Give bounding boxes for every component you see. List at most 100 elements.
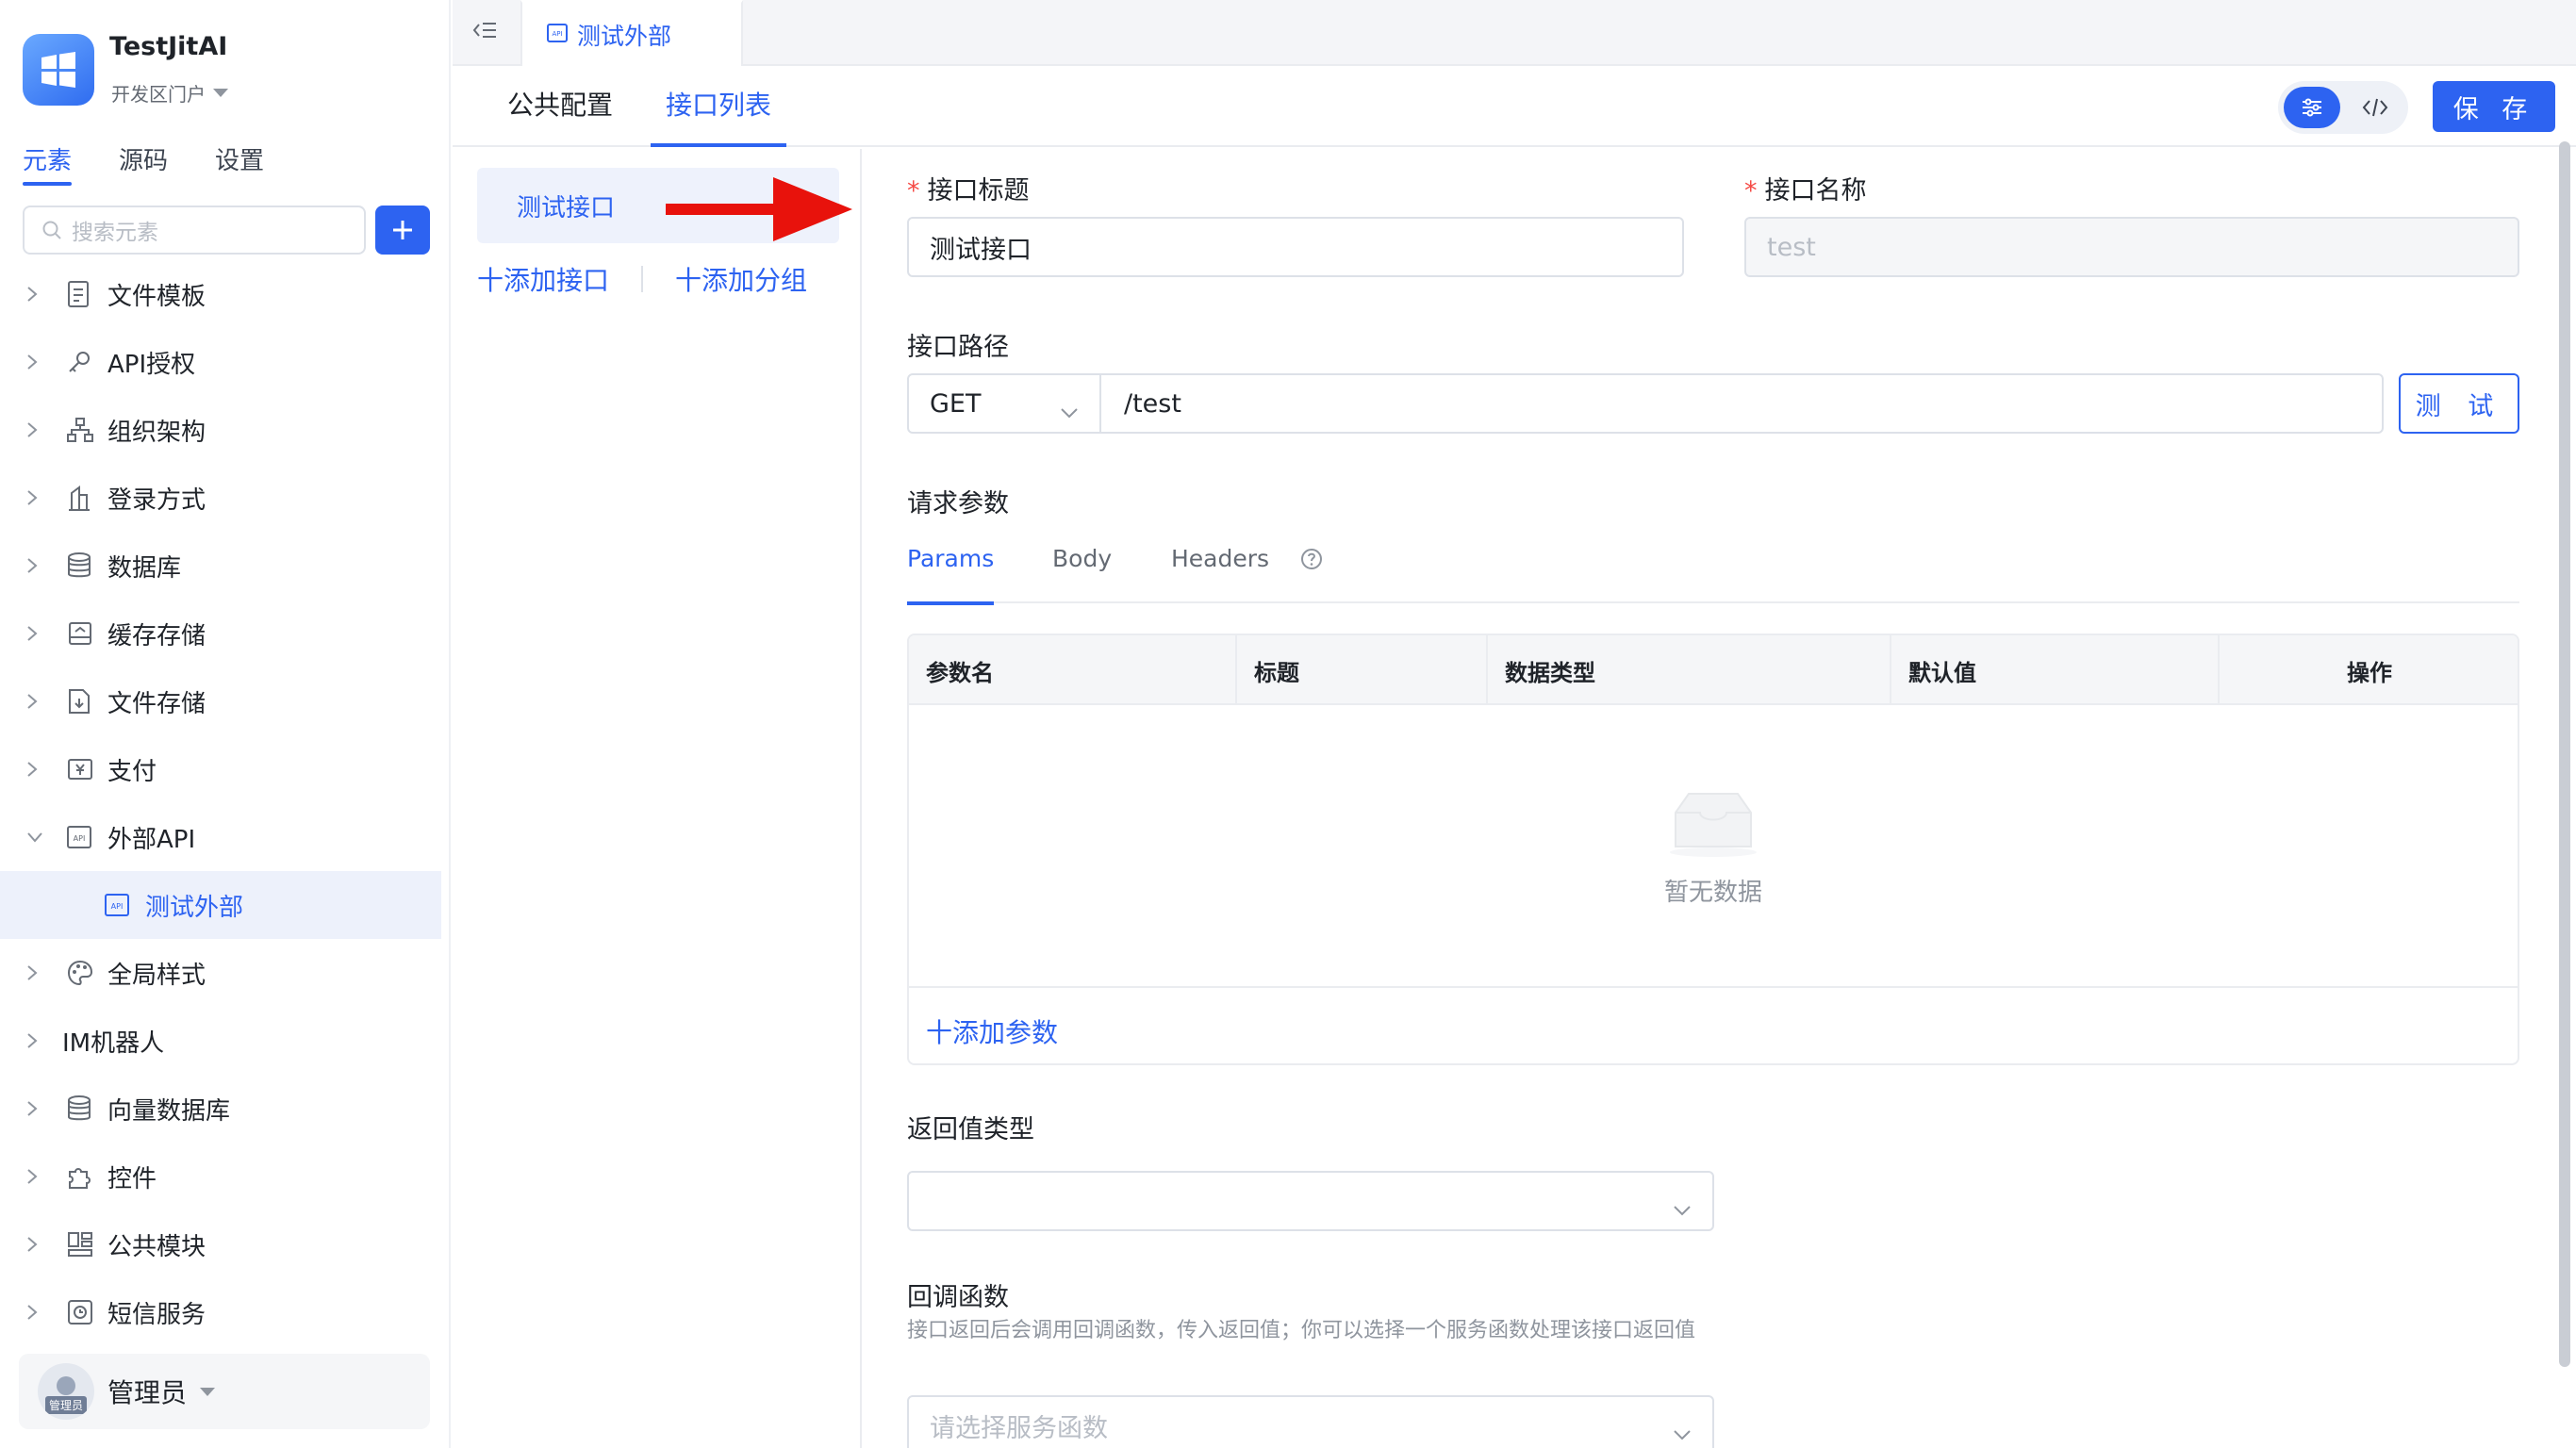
required-mark: * [1744,176,1758,206]
chevron-right-icon[interactable] [0,1236,66,1253]
title-input[interactable]: 测试接口 [907,217,1684,277]
chevron-right-icon[interactable] [0,421,66,438]
chevron-right-icon[interactable] [0,761,66,778]
title-value: 测试接口 [930,235,1032,265]
user-name: 管理员 [107,1377,188,1408]
chevron-right-icon[interactable] [0,489,66,506]
params-label: 请求参数 [907,489,1009,518]
callback-help-text: 接口返回后会调用回调函数，传入返回值；你可以选择一个服务函数处理该接口返回值 [907,1319,1696,1342]
caret-down-icon [213,89,228,97]
svg-text:API: API [74,834,86,843]
sidebar-item-widgets[interactable]: 控件 [0,1143,451,1210]
svg-text:API: API [552,30,562,38]
chevron-right-icon[interactable] [0,286,66,303]
sidebar-item-label: 组织架构 [107,418,206,447]
sidebar-item-api-auth[interactable]: API授权 [0,328,451,396]
chevron-right-icon[interactable] [0,1032,62,1049]
path-value: /test [1124,388,1181,419]
sidebar-item-external-api[interactable]: API 外部API [0,803,451,871]
empty-inbox-icon [1670,792,1757,857]
sidebar-item-org[interactable]: 组织架构 [0,396,451,464]
sidebar-item-test-external[interactable]: API 测试外部 [0,871,441,939]
sidebar-item-label: IM机器人 [62,1028,165,1058]
chevron-right-icon[interactable] [0,964,66,981]
chevron-right-icon[interactable] [0,1168,66,1185]
sidebar-item-login[interactable]: 登录方式 [0,464,451,532]
module-icon [66,1227,107,1261]
params-table: 参数名 标题 数据类型 默认值 操作 暂无数据 十添加参数 [907,634,2519,1065]
user-role-badge: 管理员 [44,1396,87,1414]
sidebar-item-file-template[interactable]: 文件模板 [0,260,451,328]
chevron-right-icon[interactable] [0,1304,66,1321]
chevron-right-icon[interactable] [0,354,66,370]
name-value: test [1767,232,1816,262]
portal-name: 开发区门户 [111,83,206,106]
visual-mode-button[interactable] [2284,87,2340,128]
column-header: 操作 [2347,659,2392,686]
sidebar-item-label: 外部API [107,825,196,854]
sidebar-item-cache[interactable]: 缓存存储 [0,600,451,667]
chevron-right-icon[interactable] [0,557,66,574]
key-icon [66,345,107,379]
tab-headers[interactable]: Headers [1171,545,1269,603]
view-mode-toggle[interactable] [2278,81,2408,134]
test-button[interactable]: 测 试 [2399,373,2519,434]
element-tree: 文件模板 API授权 组织架构 登录方式 数据库 缓存存储 文件存储 支付 AP… [0,260,451,1346]
save-button[interactable]: 保 存 [2433,81,2555,132]
sidebar-item-label: 向量数据库 [107,1096,231,1126]
tab-source[interactable]: 源码 [119,141,168,186]
tab-elements[interactable]: 元素 [23,141,73,186]
callback-select[interactable]: 请选择服务函数 [907,1395,1714,1448]
chevron-right-icon[interactable] [0,1100,66,1117]
tab-params[interactable]: Params [907,545,995,605]
sidebar-item-im-bot[interactable]: IM机器人 [0,1007,451,1075]
add-element-button[interactable] [375,206,430,255]
code-icon [2362,98,2388,117]
annotation-arrow-icon [666,177,852,241]
search-input[interactable]: 搜索元素 [23,206,366,255]
user-menu[interactable]: 管理员 管理员 [19,1354,430,1429]
return-type-select[interactable] [907,1171,1714,1231]
chevron-down-icon[interactable] [0,831,66,843]
sidebar-item-common-module[interactable]: 公共模块 [0,1210,451,1278]
chevron-right-icon[interactable] [0,693,66,710]
tab-settings[interactable]: 设置 [215,141,264,186]
callback-placeholder: 请选择服务函数 [930,1413,1108,1443]
database-icon [66,549,107,583]
app-logo [23,34,94,106]
avatar: 管理员 [38,1363,94,1420]
return-type-label: 返回值类型 [907,1115,1034,1144]
sidebar-item-sms[interactable]: 短信服务 [0,1278,451,1346]
sidebar-item-vector-db[interactable]: 向量数据库 [0,1075,451,1143]
payment-icon [66,752,107,786]
chevron-down-icon [1060,396,1079,425]
building-icon [66,481,107,515]
add-interface-button[interactable]: 十添加接口 [477,260,609,298]
name-label: * 接口名称 [1744,176,1867,206]
tab-interface-list[interactable]: 接口列表 [651,85,787,147]
sidebar-item-label: API授权 [107,350,196,379]
code-mode-button[interactable] [2352,87,2399,128]
tab-body[interactable]: Body [1052,545,1112,603]
sidebar: TestJitAI 开发区门户 元素 源码 设置 搜索元素 文件模板 API授权… [0,0,451,1448]
chevron-right-icon[interactable] [0,625,66,642]
cache-icon [66,617,107,650]
help-icon[interactable] [1299,547,1324,575]
add-param-button[interactable]: 十添加参数 [926,1012,1058,1050]
sidebar-item-file-storage[interactable]: 文件存储 [0,667,451,735]
sidebar-item-payment[interactable]: 支付 [0,735,451,803]
tab-test-external[interactable]: API 测试外部 [520,0,743,66]
sidebar-item-label: 数据库 [107,553,182,583]
tab-public-config[interactable]: 公共配置 [492,85,628,147]
tab-label: 测试外部 [577,22,672,50]
path-input[interactable]: /test [1099,373,2384,434]
collapse-sidebar-icon[interactable] [471,19,498,47]
sidebar-item-global-style[interactable]: 全局样式 [0,939,451,1007]
add-group-button[interactable]: 十添加分组 [675,260,807,298]
palette-icon [66,956,107,990]
sidebar-item-database[interactable]: 数据库 [0,532,451,600]
scrollbar[interactable] [2559,141,2570,1367]
portal-switcher[interactable]: 开发区门户 [111,79,228,107]
name-input[interactable]: test [1744,217,2519,277]
method-select[interactable]: GET [907,373,1101,434]
